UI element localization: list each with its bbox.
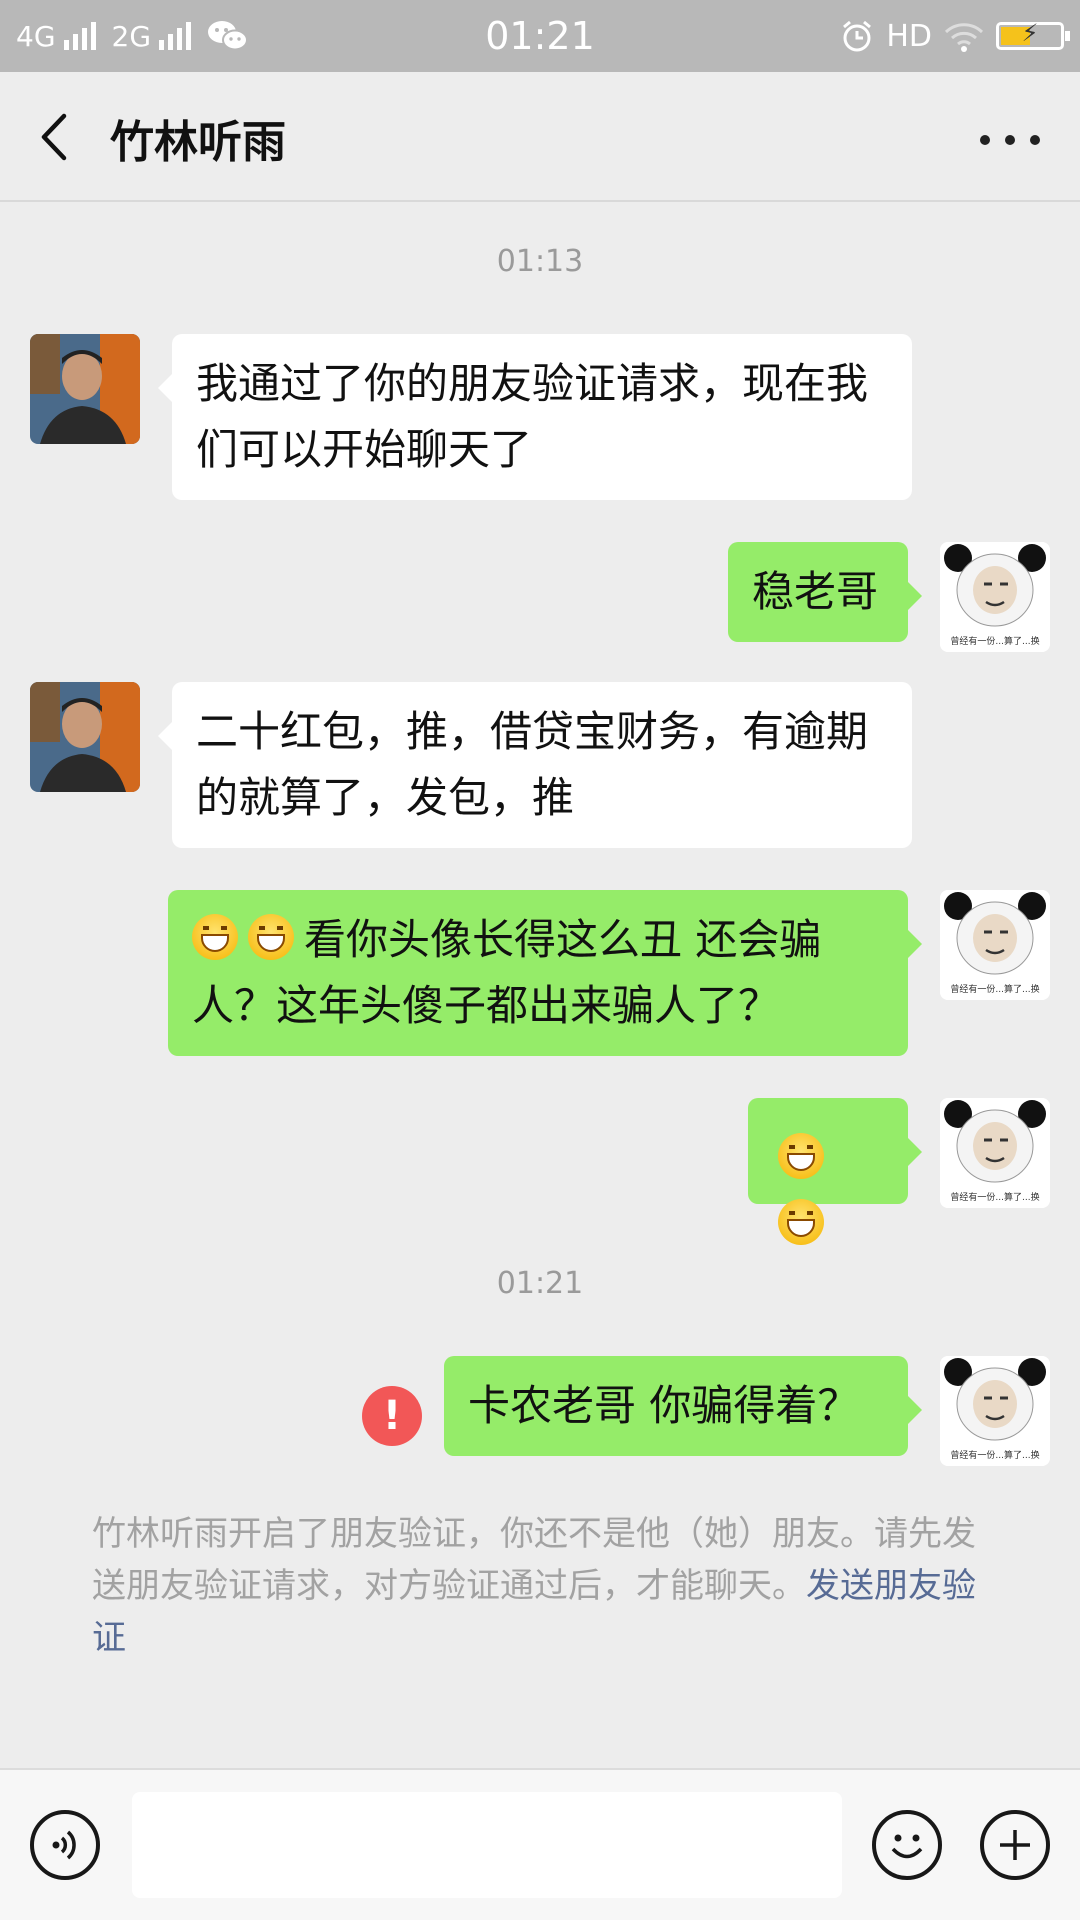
message-timestamp: 01:13 xyxy=(496,244,584,279)
back-arrow-icon[interactable] xyxy=(30,110,80,164)
battery-icon: ⚡ xyxy=(996,19,1070,50)
hd-label: HD xyxy=(886,18,932,54)
message-bubble-outgoing[interactable]: 稳老哥 xyxy=(728,542,922,642)
panda-caption: 曾经有一份...算了...换 xyxy=(950,983,1039,995)
panda-caption: 曾经有一份...算了...换 xyxy=(950,1449,1039,1461)
panda-caption: 曾经有一份...算了...换 xyxy=(950,1191,1039,1203)
wifi-icon xyxy=(944,23,984,52)
my-avatar[interactable]: 曾经有一份...算了...换 xyxy=(940,542,1050,652)
message-bubble-incoming[interactable]: 我通过了你的朋友验证请求，现在我们可以开始聊天了 xyxy=(158,334,912,500)
emoji-icon[interactable] xyxy=(872,1810,942,1880)
contact-avatar[interactable] xyxy=(30,682,140,792)
input-bar xyxy=(0,1768,1080,1920)
my-avatar[interactable]: 曾经有一份...算了...换 xyxy=(940,890,1050,1000)
contact-avatar[interactable] xyxy=(30,334,140,444)
grin-emoji-icon xyxy=(778,1199,824,1245)
message-bubble-incoming[interactable]: 二十红包，推，借贷宝财务，有逾期的就算了，发包，推 xyxy=(158,682,912,848)
grin-emoji-icon xyxy=(248,914,294,960)
my-avatar[interactable]: 曾经有一份...算了...换 xyxy=(940,1098,1050,1208)
voice-icon[interactable] xyxy=(30,1810,100,1880)
alarm-icon xyxy=(843,20,872,52)
message-bubble-outgoing[interactable] xyxy=(748,1098,922,1245)
message-bubble-outgoing[interactable]: 卡农老哥 你骗得着？ xyxy=(444,1356,922,1456)
status-right: HD ⚡ xyxy=(840,16,1070,56)
send-failed-icon[interactable]: ! xyxy=(362,1386,422,1446)
grin-emoji-icon xyxy=(192,914,238,960)
plus-icon[interactable] xyxy=(980,1810,1050,1880)
status-bar: 4G 2G 01:21 HD ⚡ xyxy=(0,0,1080,72)
my-avatar[interactable]: 曾经有一份...算了...换 xyxy=(940,1356,1050,1466)
more-options-icon[interactable] xyxy=(980,120,1040,160)
message-input[interactable] xyxy=(132,1792,842,1898)
grin-emoji-icon xyxy=(778,1133,824,1179)
panda-caption: 曾经有一份...算了...换 xyxy=(950,635,1039,647)
system-notice: 竹林听雨开启了朋友验证，你还不是他（她）朋友。请先发送朋友验证请求，对方验证通过… xyxy=(92,1508,1002,1664)
chat-header: 竹林听雨 xyxy=(0,72,1080,202)
message-timestamp: 01:21 xyxy=(496,1266,584,1301)
message-bubble-outgoing[interactable]: 看你头像长得这么丑 还会骗人？这年头傻子都出来骗人了？ xyxy=(168,890,922,1056)
chat-title: 竹林听雨 xyxy=(110,117,286,168)
